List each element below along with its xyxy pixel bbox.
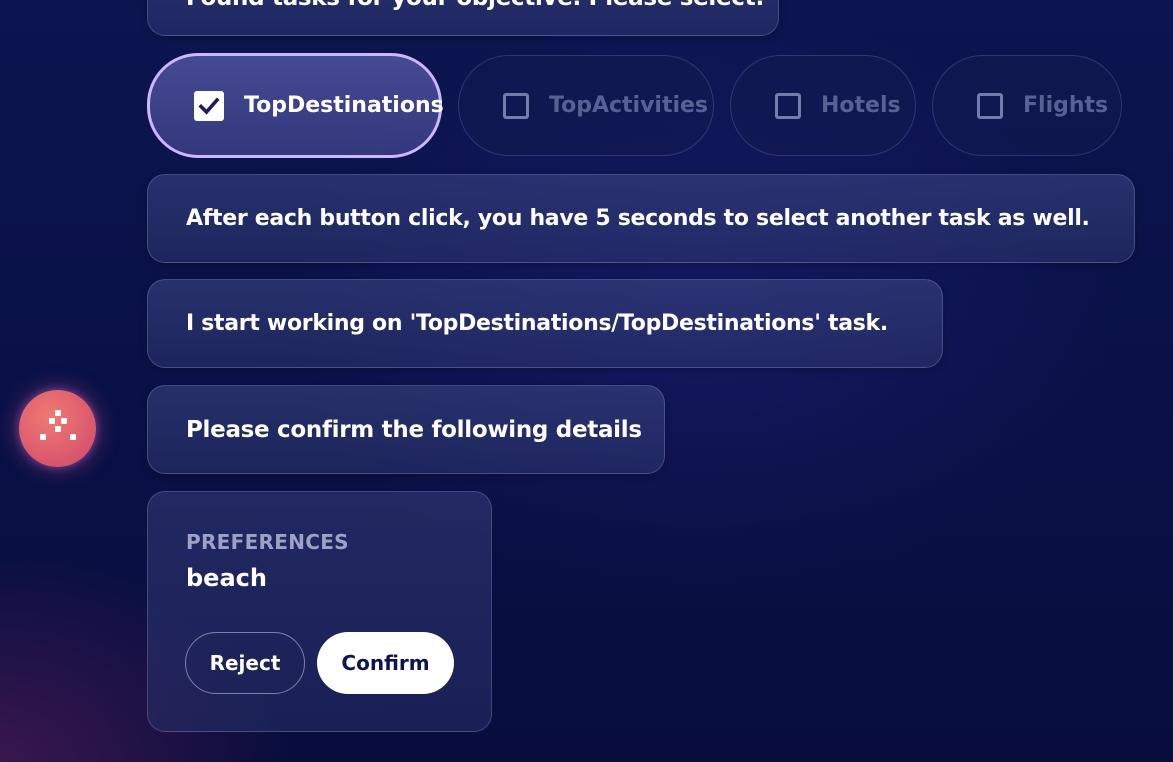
checkbox-icon[interactable] [503,92,529,119]
checkbox-icon[interactable] [775,92,801,119]
message-bubble-working: I start working on 'TopDestinations/TopD… [147,279,943,368]
message-text: After each button click, you have 5 seco… [186,206,1090,231]
logo-dot [55,410,61,416]
checkbox-checked-icon[interactable] [194,90,224,121]
task-option-label: TopActivities [549,93,709,118]
task-option-flights[interactable]: Flights [932,55,1122,156]
task-option-label: Flights [1023,93,1109,118]
checkbox-icon[interactable] [977,92,1003,119]
message-bubble-task-list-intro: Found tasks for your objective. Please s… [147,0,779,36]
reject-button[interactable]: Reject [185,632,305,694]
message-bubble-confirm-prompt: Please confirm the following details [147,385,665,474]
logo-dot [70,434,76,440]
logo-dot [61,418,67,424]
logo-dot [40,434,46,440]
assistant-logo-icon [19,390,96,467]
message-text: I start working on 'TopDestinations/TopD… [186,311,888,336]
task-option-hotels[interactable]: Hotels [730,55,916,156]
message-bubble-timer-note: After each button click, you have 5 seco… [147,174,1135,263]
logo-dot [55,426,61,432]
task-option-topactivities[interactable]: TopActivities [458,55,714,156]
task-option-label: TopDestinations [244,93,444,118]
message-text: Found tasks for your objective. Please s… [186,0,765,11]
confirm-button[interactable]: Confirm [317,632,454,694]
task-option-label: Hotels [821,93,901,118]
confirmation-card: PREFERENCES beach Reject Confirm [147,491,492,732]
logo-dot [49,418,55,424]
message-text: Please confirm the following details [186,416,642,443]
preferences-label: PREFERENCES [186,530,349,554]
preferences-value: beach [186,564,267,592]
task-option-topdestinations[interactable]: TopDestinations [147,53,444,158]
